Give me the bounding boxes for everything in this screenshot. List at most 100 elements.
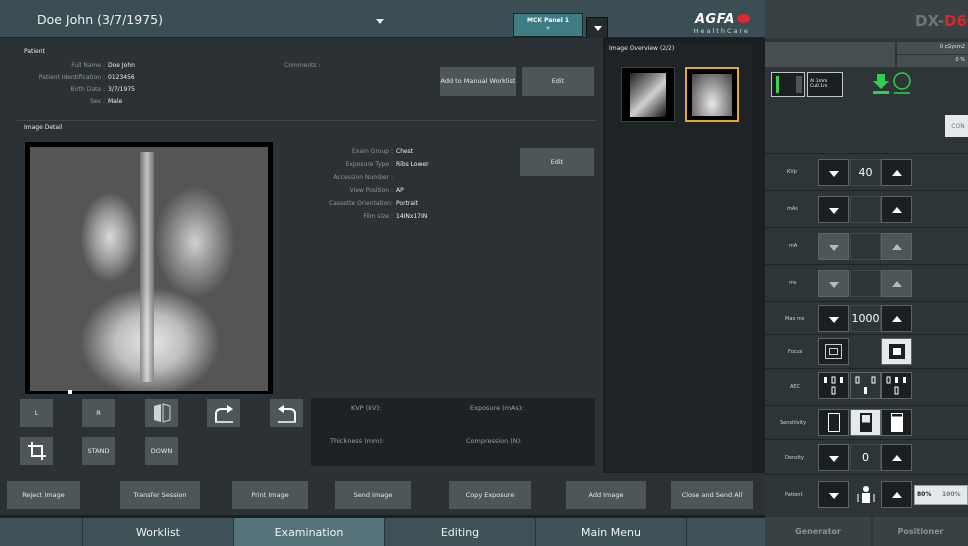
sex-row: Sex : Male [20, 98, 122, 105]
device-title-prefix: DX- [915, 12, 945, 30]
max-ms-decrease-button[interactable] [818, 305, 849, 332]
image-marker-icon [68, 390, 72, 394]
patient-size-decrease-button[interactable] [818, 481, 849, 508]
max-ms-row: Max ms 1000 [765, 301, 968, 334]
device-title: DX-D60 [915, 12, 968, 30]
ms-increase-button[interactable] [881, 270, 912, 297]
agfa-logo: AGFA HealthCare [678, 8, 750, 35]
cassette-key: Cassette Orientation: [328, 200, 393, 207]
mas-increase-button[interactable] [881, 196, 912, 223]
patient-dropdown-icon[interactable] [376, 19, 384, 24]
panel-sub-label: + [545, 25, 551, 32]
rotate-right-button[interactable] [206, 398, 241, 428]
left-marker-button[interactable]: L [19, 398, 54, 428]
add-image-button[interactable]: Add Image [565, 480, 647, 510]
focus-large-button[interactable] [818, 338, 849, 365]
patient-size-increase-button[interactable] [881, 481, 912, 508]
ma-decrease-button[interactable] [818, 233, 849, 260]
sensitivity-medium-icon [860, 413, 872, 432]
section-divider [17, 120, 597, 121]
aec-left-button[interactable] [818, 372, 849, 399]
focus-small-button[interactable] [881, 338, 912, 365]
patient-percentage-box[interactable]: 80% 100% [914, 485, 968, 505]
copy-exposure-button[interactable]: Copy Exposure [448, 480, 532, 510]
film-size-key: Film size : [363, 213, 393, 220]
birth-date-row: Birth Date :3/7/1975 [20, 86, 135, 93]
thumbnail-2-selected[interactable] [685, 67, 739, 122]
exposure-type-value: Ribs Lower [396, 161, 429, 168]
density-increase-button[interactable] [881, 444, 912, 471]
film-size-value: 14INx17IN [396, 213, 428, 220]
ms-decrease-button[interactable] [818, 270, 849, 297]
aec-right-button[interactable] [881, 372, 912, 399]
ms-value [850, 270, 881, 297]
patient-section-label: Patient [24, 48, 45, 55]
focus-row: Focus [765, 334, 968, 368]
mas-decrease-button[interactable] [818, 196, 849, 223]
send-image-button[interactable]: Send Image [334, 480, 412, 510]
tab-generator[interactable]: Generator [765, 517, 871, 546]
flip-icon [153, 403, 170, 423]
aec-center-button[interactable] [850, 372, 881, 399]
patient-title[interactable]: Doe John (3/7/1975) [37, 12, 163, 27]
transfer-session-button[interactable]: Transfer Session [119, 480, 201, 510]
comments-row: Comments : [284, 62, 320, 69]
patient-id-key: Patient Identification : [38, 74, 105, 81]
ma-value [850, 233, 881, 260]
right-marker-button[interactable]: R [81, 398, 116, 428]
rotate-left-button[interactable] [269, 398, 304, 428]
ma-increase-button[interactable] [881, 233, 912, 260]
reject-image-button[interactable]: Reject Image [6, 480, 81, 510]
flip-button[interactable] [144, 398, 179, 428]
exam-group-key: Exam Group : [352, 148, 393, 155]
patient-figure-icon [857, 486, 875, 503]
ms-row: ms [765, 264, 968, 301]
filter-selector[interactable] [771, 72, 805, 97]
thumbnail-1[interactable] [621, 67, 675, 122]
tab-positioner[interactable]: Positioner [873, 517, 968, 546]
add-to-manual-worklist-button[interactable]: Add to Manual Worklist [439, 66, 517, 97]
stand-button[interactable]: STAND [81, 436, 116, 466]
patient-size-row: Patient 80% 100% [765, 474, 968, 514]
header-bar: Doe John (3/7/1975) MCK Panel 1 + AGFA H… [0, 0, 765, 39]
image-detail-section-label: Image Detail [24, 124, 63, 131]
down-button[interactable]: DOWN [144, 436, 179, 466]
tab-examination[interactable]: Examination [234, 518, 385, 546]
mas-row: mAs [765, 190, 968, 227]
close-and-send-all-button[interactable]: Close and Send All [670, 480, 754, 510]
panel-selector[interactable]: MCK Panel 1 + [513, 13, 583, 37]
download-icon[interactable] [873, 74, 889, 94]
sensitivity-low-button[interactable] [818, 409, 849, 436]
tab-editing[interactable]: Editing [385, 518, 536, 546]
status-bar [765, 42, 895, 67]
tab-worklist[interactable]: Worklist [83, 518, 234, 546]
generator-panel: DX-D60 0 cGycm2 0 % Al.1mm Cu0.1m CON KV… [765, 0, 968, 546]
sensitivity-low-icon [828, 413, 840, 432]
density-decrease-button[interactable] [818, 444, 849, 471]
birth-date-value: 3/7/1975 [108, 86, 135, 93]
comments-key: Comments : [284, 62, 321, 69]
panel-label: MCK Panel 1 [526, 17, 570, 24]
panel-dropdown-button[interactable] [586, 17, 608, 39]
sensitivity-high-button[interactable] [881, 409, 912, 436]
kvp-increase-button[interactable] [881, 159, 912, 186]
print-image-button[interactable]: Print Image [231, 480, 309, 510]
max-ms-value: 1000 [850, 305, 881, 332]
crop-button[interactable] [19, 436, 54, 466]
tab-main-menu[interactable]: Main Menu [536, 518, 687, 546]
kvp-decrease-button[interactable] [818, 159, 849, 186]
xray-image[interactable] [25, 142, 273, 394]
sensitivity-high-icon [891, 413, 903, 432]
edit-patient-button[interactable]: Edit [521, 66, 595, 97]
accession-row: Accession Number : [290, 174, 396, 181]
edit-image-detail-button[interactable]: Edit [519, 147, 595, 177]
con-button[interactable]: CON [945, 115, 968, 137]
aec-left-icon [824, 376, 843, 395]
aec-right-icon [886, 376, 906, 395]
sensitivity-row: Sensitivity [765, 405, 968, 439]
dose-area-value: 0 cGycm2 [897, 42, 968, 54]
filter-value[interactable]: Al.1mm Cu0.1m [807, 72, 843, 97]
max-ms-increase-button[interactable] [881, 305, 912, 332]
generator-header: DX-D60 [765, 0, 968, 38]
sensitivity-medium-button[interactable] [850, 409, 881, 436]
